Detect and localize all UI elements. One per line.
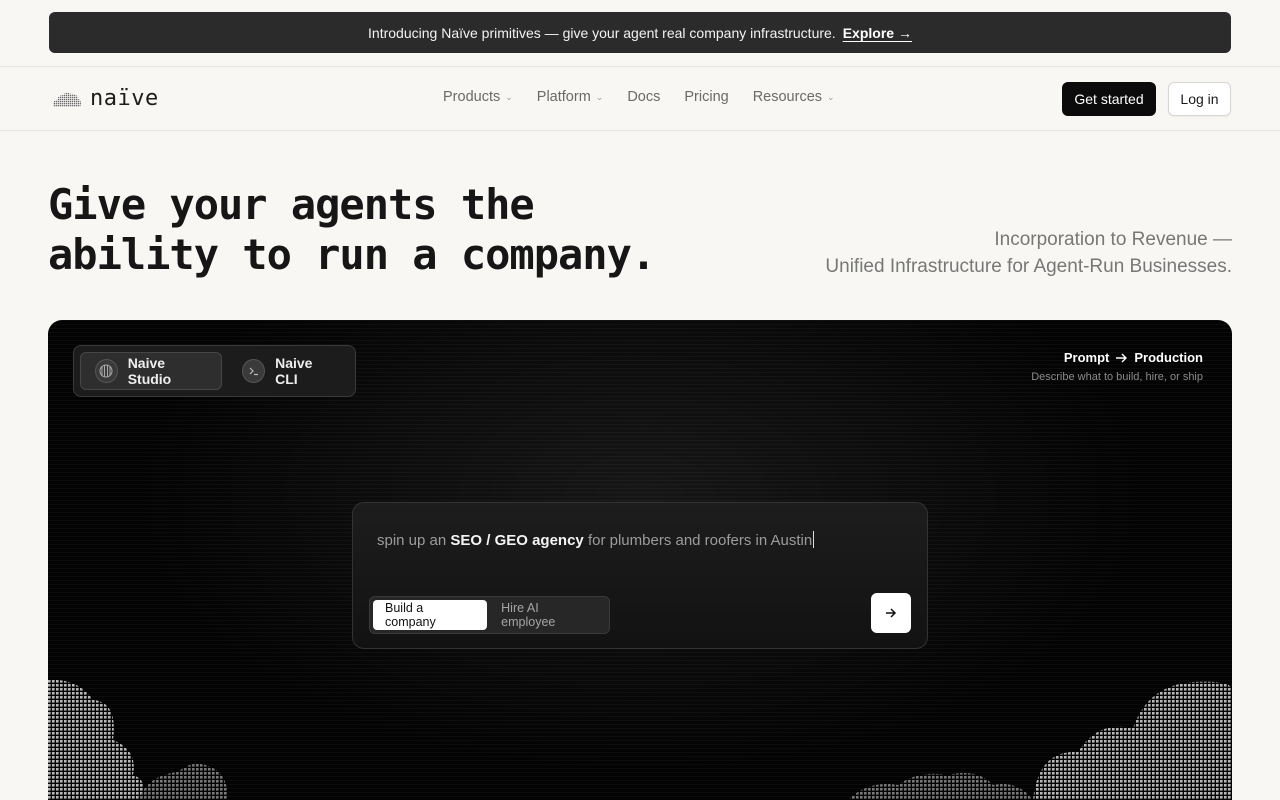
logo[interactable]: naïve — [52, 86, 159, 111]
hero-title: Give your agents the ability to run a co… — [48, 180, 656, 280]
nav-docs-label: Docs — [627, 89, 661, 105]
prompt-suffix: for plumbers and roofers in Austin — [583, 532, 813, 549]
studio-panel: Naive Studio Naive CLI Prompt Production… — [48, 320, 1232, 800]
tab-naive-studio-label: Naive Studio — [127, 355, 172, 387]
get-started-button[interactable]: Get started — [1062, 82, 1156, 116]
chevron-down-icon: ⌄ — [595, 91, 604, 102]
nav-pricing[interactable]: Pricing — [684, 89, 728, 105]
build-company-button[interactable]: Build a company — [373, 600, 488, 630]
dotted-clouds-decoration — [48, 680, 1232, 800]
arrow-right-icon — [886, 608, 897, 618]
nav-pricing-label: Pricing — [684, 89, 729, 105]
prompt-to-production: Prompt Production Describe what to build… — [1031, 350, 1203, 383]
grid-globe-icon — [95, 359, 118, 383]
hero-subtitle-line-1: Incorporation to Revenue — — [994, 229, 1232, 250]
submit-button[interactable] — [871, 593, 911, 633]
chevron-down-icon: ⌄ — [505, 91, 513, 102]
nav-platform-label: Platform — [536, 89, 591, 105]
hero-title-line-1: Give your agents the — [48, 180, 535, 229]
nav-products-label: Products — [443, 89, 501, 105]
tab-naive-cli[interactable]: Naive CLI — [228, 352, 349, 390]
top-nav: naïve Products ⌄ Platform ⌄ Docs Pricing… — [0, 66, 1280, 131]
arrow-right-icon — [1116, 353, 1128, 362]
mode-toggle: Build a company Hire AI employee — [369, 596, 610, 634]
nav-resources-label: Resources — [752, 89, 823, 105]
tab-naive-cli-label: Naive CLI — [275, 355, 313, 387]
text-caret — [813, 531, 815, 548]
cloud-logo-icon — [53, 92, 81, 107]
nav-docs[interactable]: Docs — [627, 89, 660, 105]
announcement-banner: Introducing Naïve primitives — give your… — [49, 12, 1231, 53]
prompt-highlight: SEO / GEO agency — [450, 532, 584, 549]
prompt-flow: Prompt Production — [1031, 350, 1203, 365]
terminal-icon — [242, 359, 266, 383]
prompt-to-label: Production — [1134, 350, 1203, 365]
nav-resources[interactable]: Resources ⌄ — [753, 89, 835, 105]
prompt-from-label: Prompt — [1063, 350, 1110, 365]
banner-text: Introducing Naïve primitives — give your… — [368, 24, 836, 41]
prompt-description: Describe what to build, hire, or ship — [1031, 371, 1203, 383]
hero-subtitle-line-2: Unified Infrastructure for Agent-Run Bus… — [825, 256, 1232, 277]
chevron-down-icon: ⌄ — [827, 91, 835, 102]
hero-subtitle: Incorporation to Revenue — Unified Infra… — [825, 226, 1232, 280]
prompt-input[interactable]: spin up an SEO / GEO agency for plumbers… — [377, 531, 815, 549]
logo-text: naïve — [90, 86, 159, 111]
nav-links: Products ⌄ Platform ⌄ Docs Pricing Resou… — [443, 89, 835, 105]
hero-title-line-2: ability to run a company. — [48, 230, 656, 279]
nav-products[interactable]: Products ⌄ — [443, 89, 513, 105]
nav-platform[interactable]: Platform ⌄ — [537, 89, 604, 105]
login-button[interactable]: Log in — [1168, 82, 1231, 116]
explore-link[interactable]: Explore → — [843, 25, 912, 41]
prompt-prefix: spin up an — [377, 532, 451, 549]
studio-tabs: Naive Studio Naive CLI — [73, 345, 356, 397]
prompt-input-box[interactable]: spin up an SEO / GEO agency for plumbers… — [352, 502, 928, 649]
tab-naive-studio[interactable]: Naive Studio — [80, 352, 223, 390]
hire-ai-employee-button[interactable]: Hire AI employee — [489, 600, 606, 630]
